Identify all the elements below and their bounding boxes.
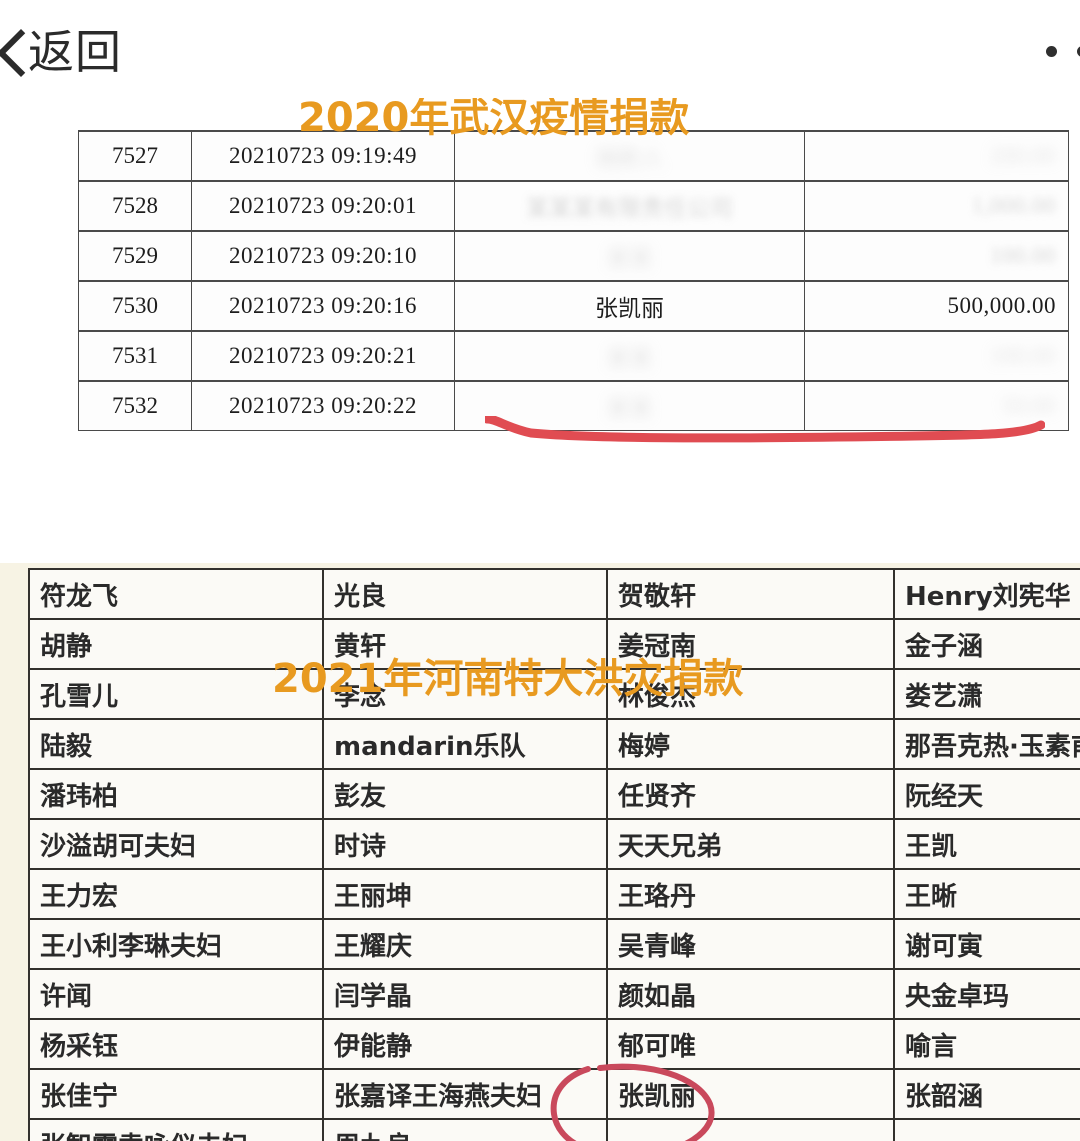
name-cell: [893, 1118, 1080, 1141]
name-cell-circled: 张凯丽: [606, 1068, 895, 1120]
name-cell: 王耀庆: [322, 918, 608, 970]
name-cell: 潘玮柏: [28, 768, 324, 820]
name-cell: 周九良: [322, 1118, 608, 1141]
ledger-name: 某某: [454, 230, 805, 282]
ledger-seq: 7530: [78, 280, 192, 332]
names-body: 符龙飞 光良 贺敬轩 Henry刘宪华 胡静 黄轩 姜冠南 金子涵 孔雪儿 李念…: [28, 568, 1080, 1141]
name-cell: 张嘉译王海燕夫妇: [322, 1068, 608, 1120]
name-cell: 沙溢胡可夫妇: [28, 818, 324, 870]
name-cell: 谢可寅: [893, 918, 1080, 970]
ledger-name: 某某: [454, 380, 805, 431]
annotation-title-2020: 2020年武汉疫情捐款: [298, 98, 690, 141]
table-row: 王力宏 王丽坤 王珞丹 王晰: [28, 868, 1080, 920]
name-cell: mandarin乐队: [322, 718, 608, 770]
table-row: 符龙飞 光良 贺敬轩 Henry刘宪华: [28, 568, 1080, 620]
name-cell: 任贤齐: [606, 768, 895, 820]
celebrity-names-section: 符龙飞 光良 贺敬轩 Henry刘宪华 胡静 黄轩 姜冠南 金子涵 孔雪儿 李念…: [0, 563, 1080, 1141]
table-row: 王小利李琳夫妇 王耀庆 吴青峰 谢可寅: [28, 918, 1080, 970]
navbar: 返回: [0, 0, 1080, 100]
name-cell: 颜如晶: [606, 968, 895, 1020]
table-row-highlighted: 张佳宁 张嘉译王海燕夫妇 张凯丽 张韶涵: [28, 1068, 1080, 1120]
donation-ledger-section: 2020年武汉疫情捐款 7527 20210723 09:19:49 捐款人 2…: [0, 98, 1080, 538]
ledger-time: 20210723 09:20:21: [191, 330, 455, 382]
ledger-amount: 100.00: [804, 230, 1069, 282]
table-row: 沙溢胡可夫妇 时诗 天天兄弟 王凯: [28, 818, 1080, 870]
ledger-body: 7527 20210723 09:19:49 捐款人 200.00 7528 2…: [78, 130, 1069, 431]
name-cell: 天天兄弟: [606, 818, 895, 870]
name-cell: 杨采钰: [28, 1018, 324, 1070]
table-row: 杨采钰 伊能静 郁可唯 喻言: [28, 1018, 1080, 1070]
name-cell: 喻言: [893, 1018, 1080, 1070]
ledger-time: 20210723 09:20:16: [191, 280, 455, 332]
name-cell: 时诗: [322, 818, 608, 870]
ledger-amount: 1,000.00: [804, 180, 1069, 232]
table-row: 许闻 闫学晶 颜如晶 央金卓玛: [28, 968, 1080, 1020]
name-cell: 张韶涵: [893, 1068, 1080, 1120]
name-cell: 娄艺潇: [893, 668, 1080, 720]
more-horizontal-icon[interactable]: [1046, 46, 1080, 57]
name-cell: 张智霖袁咏仪夫妇: [28, 1118, 324, 1141]
name-cell: 王凯: [893, 818, 1080, 870]
ledger-name: 张凯丽: [454, 280, 805, 332]
name-cell: 阮经天: [893, 768, 1080, 820]
name-cell: 彭友: [322, 768, 608, 820]
name-cell: 央金卓玛: [893, 968, 1080, 1020]
chevron-left-icon: [0, 26, 24, 78]
name-cell: 那吾克热·玉素甫江: [893, 718, 1080, 770]
ledger-seq: 7531: [78, 330, 192, 382]
ledger-name: 某某: [454, 330, 805, 382]
table-row: 7532 20210723 09:20:22 某某 50.00: [78, 380, 1069, 431]
ledger-time: 20210723 09:20:10: [191, 230, 455, 282]
celebrity-names-table: 符龙飞 光良 贺敬轩 Henry刘宪华 胡静 黄轩 姜冠南 金子涵 孔雪儿 李念…: [28, 568, 1080, 1141]
name-cell: 闫学晶: [322, 968, 608, 1020]
name-cell: 金子涵: [893, 618, 1080, 670]
table-row: 7529 20210723 09:20:10 某某 100.00: [78, 230, 1069, 282]
table-row: 7531 20210723 09:20:21 某某 100.00: [78, 330, 1069, 382]
ledger-seq: 7529: [78, 230, 192, 282]
name-cell: 王小利李琳夫妇: [28, 918, 324, 970]
name-cell: 梅婷: [606, 718, 895, 770]
name-cell: [606, 1118, 895, 1141]
name-cell: 许闻: [28, 968, 324, 1020]
name-cell: 郁可唯: [606, 1018, 895, 1070]
table-row: 陆毅 mandarin乐队 梅婷 那吾克热·玉素甫江: [28, 718, 1080, 770]
name-cell: 光良: [322, 568, 608, 620]
name-cell: 伊能静: [322, 1018, 608, 1070]
ledger-amount: 200.00: [804, 130, 1069, 182]
name-cell: 符龙飞: [28, 568, 324, 620]
ledger-amount: 500,000.00: [804, 280, 1069, 332]
ledger-seq: 7532: [78, 380, 192, 431]
ledger-time: 20210723 09:20:22: [191, 380, 455, 431]
table-row: 7528 20210723 09:20:01 某某某有限责任公司 1,000.0…: [78, 180, 1069, 232]
name-cell: Henry刘宪华: [893, 568, 1080, 620]
ledger-amount: 100.00: [804, 330, 1069, 382]
name-cell: 王珞丹: [606, 868, 895, 920]
donation-ledger-table: 7527 20210723 09:19:49 捐款人 200.00 7528 2…: [78, 130, 1069, 431]
name-cell: 贺敬轩: [606, 568, 895, 620]
name-cell: 王丽坤: [322, 868, 608, 920]
more-dot: [1046, 46, 1057, 57]
table-row: 潘玮柏 彭友 任贤齐 阮经天: [28, 768, 1080, 820]
ledger-time: 20210723 09:20:01: [191, 180, 455, 232]
back-button[interactable]: 返回: [0, 22, 122, 82]
name-cell: 张佳宁: [28, 1068, 324, 1120]
table-row-highlighted: 7530 20210723 09:20:16 张凯丽 500,000.00: [78, 280, 1069, 332]
table-row: 张智霖袁咏仪夫妇 周九良: [28, 1118, 1080, 1141]
name-cell: 吴青峰: [606, 918, 895, 970]
ledger-seq: 7528: [78, 180, 192, 232]
name-cell: 王晰: [893, 868, 1080, 920]
ledger-seq: 7527: [78, 130, 192, 182]
name-cell: 陆毅: [28, 718, 324, 770]
ledger-name: 某某某有限责任公司: [454, 180, 805, 232]
annotation-title-2021: 2021年河南特大洪灾捐款: [272, 656, 744, 702]
ledger-amount: 50.00: [804, 380, 1069, 431]
name-cell: 王力宏: [28, 868, 324, 920]
